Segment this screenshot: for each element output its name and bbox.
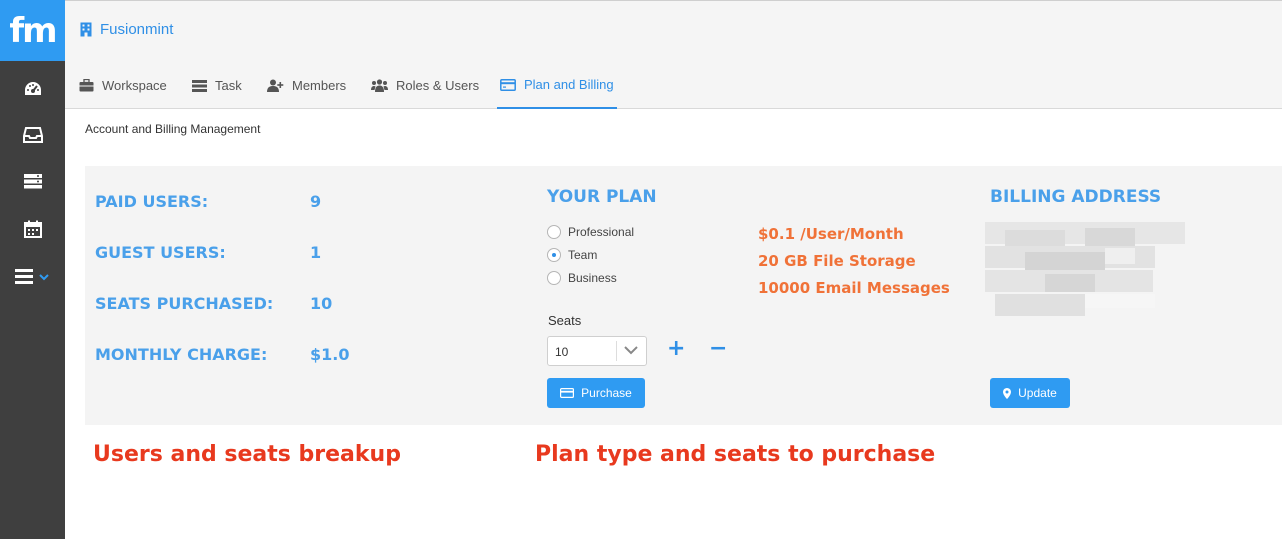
plan-feature-email: 10000 Email Messages bbox=[758, 279, 950, 297]
stat-value-seats-purchased: 10 bbox=[310, 294, 333, 313]
chevron-down-icon bbox=[624, 346, 638, 355]
plan-title: YOUR PLAN bbox=[547, 187, 657, 207]
server-icon[interactable] bbox=[0, 158, 65, 204]
plan-option-label: Business bbox=[568, 271, 617, 285]
annotation-users-seats: Users and seats breakup bbox=[93, 442, 401, 467]
update-button[interactable]: Update bbox=[990, 378, 1070, 408]
building-icon bbox=[80, 22, 92, 37]
radio-button[interactable] bbox=[547, 225, 561, 239]
users-icon bbox=[371, 79, 388, 92]
plan-feature-price: $0.1 /User/Month bbox=[758, 225, 904, 243]
menu-icon[interactable] bbox=[0, 253, 65, 299]
stat-value-guest-users: 1 bbox=[310, 243, 322, 262]
credit-card-icon bbox=[560, 388, 575, 398]
increase-seats-button[interactable]: + bbox=[667, 336, 685, 361]
dashboard-icon[interactable] bbox=[0, 66, 65, 112]
billing-title: BILLING ADDRESS bbox=[990, 187, 1162, 207]
top-header: Fusionmint bbox=[65, 0, 1282, 62]
stat-value-paid-users: 9 bbox=[310, 192, 322, 211]
sidebar: fm bbox=[0, 0, 65, 539]
purchase-button-label: Purchase bbox=[581, 386, 632, 400]
tab-label: Plan and Billing bbox=[524, 77, 614, 92]
annotation-plan-type: Plan type and seats to purchase bbox=[535, 442, 936, 467]
stat-label-monthly-charge: MONTHLY CHARGE: bbox=[95, 345, 268, 364]
tab-workspace[interactable]: Workspace bbox=[79, 62, 167, 109]
credit-card-icon bbox=[500, 78, 516, 91]
decrease-seats-button[interactable]: − bbox=[709, 336, 727, 361]
update-button-label: Update bbox=[1018, 386, 1057, 400]
inbox-icon[interactable] bbox=[0, 112, 65, 158]
plan-option-business[interactable]: Business bbox=[547, 271, 617, 285]
map-marker-icon bbox=[1003, 387, 1012, 399]
select-divider bbox=[616, 341, 617, 361]
tab-bar: Workspace Task Members Roles & Users Pla… bbox=[65, 62, 1282, 109]
stat-value-monthly-charge: $1.0 bbox=[310, 345, 350, 364]
tab-plan-and-billing[interactable]: Plan and Billing bbox=[497, 62, 617, 109]
briefcase-icon bbox=[79, 79, 94, 92]
plan-feature-storage: 20 GB File Storage bbox=[758, 252, 916, 270]
user-plus-icon bbox=[267, 79, 284, 92]
section-title: Account and Billing Management bbox=[85, 122, 261, 136]
purchase-button[interactable]: Purchase bbox=[547, 378, 645, 408]
workspace-name: Fusionmint bbox=[100, 21, 174, 38]
seats-select-value: 10 bbox=[555, 345, 569, 359]
tab-label: Members bbox=[292, 78, 347, 93]
plan-option-team[interactable]: Team bbox=[547, 248, 597, 262]
tab-label: Workspace bbox=[102, 78, 167, 93]
tab-roles-users[interactable]: Roles & Users bbox=[371, 62, 479, 109]
app-logo[interactable]: fm bbox=[0, 0, 65, 61]
radio-button-selected[interactable] bbox=[547, 248, 561, 262]
calendar-icon[interactable] bbox=[0, 206, 65, 252]
billing-address-redacted bbox=[985, 222, 1195, 327]
tab-label: Task bbox=[215, 78, 242, 93]
tab-task[interactable]: Task bbox=[192, 62, 242, 109]
workspace-brand[interactable]: Fusionmint bbox=[80, 21, 173, 38]
seats-label: Seats bbox=[548, 313, 582, 328]
stat-label-guest-users: GUEST USERS: bbox=[95, 243, 226, 262]
plan-option-professional[interactable]: Professional bbox=[547, 225, 634, 239]
plan-option-label: Professional bbox=[568, 225, 635, 239]
app-root: fm Fusionmint Workspace Task Members Rol… bbox=[0, 0, 1282, 539]
seats-select[interactable]: 10 bbox=[547, 336, 647, 366]
stat-label-paid-users: PAID USERS: bbox=[95, 192, 209, 211]
tab-label: Roles & Users bbox=[396, 78, 480, 93]
billing-panel: PAID USERS: 9 GUEST USERS: 1 SEATS PURCH… bbox=[85, 166, 1282, 425]
stat-label-seats-purchased: SEATS PURCHASED: bbox=[95, 294, 274, 313]
tab-members[interactable]: Members bbox=[267, 62, 346, 109]
plan-option-label: Team bbox=[568, 248, 598, 262]
radio-button[interactable] bbox=[547, 271, 561, 285]
list-icon bbox=[192, 79, 207, 92]
